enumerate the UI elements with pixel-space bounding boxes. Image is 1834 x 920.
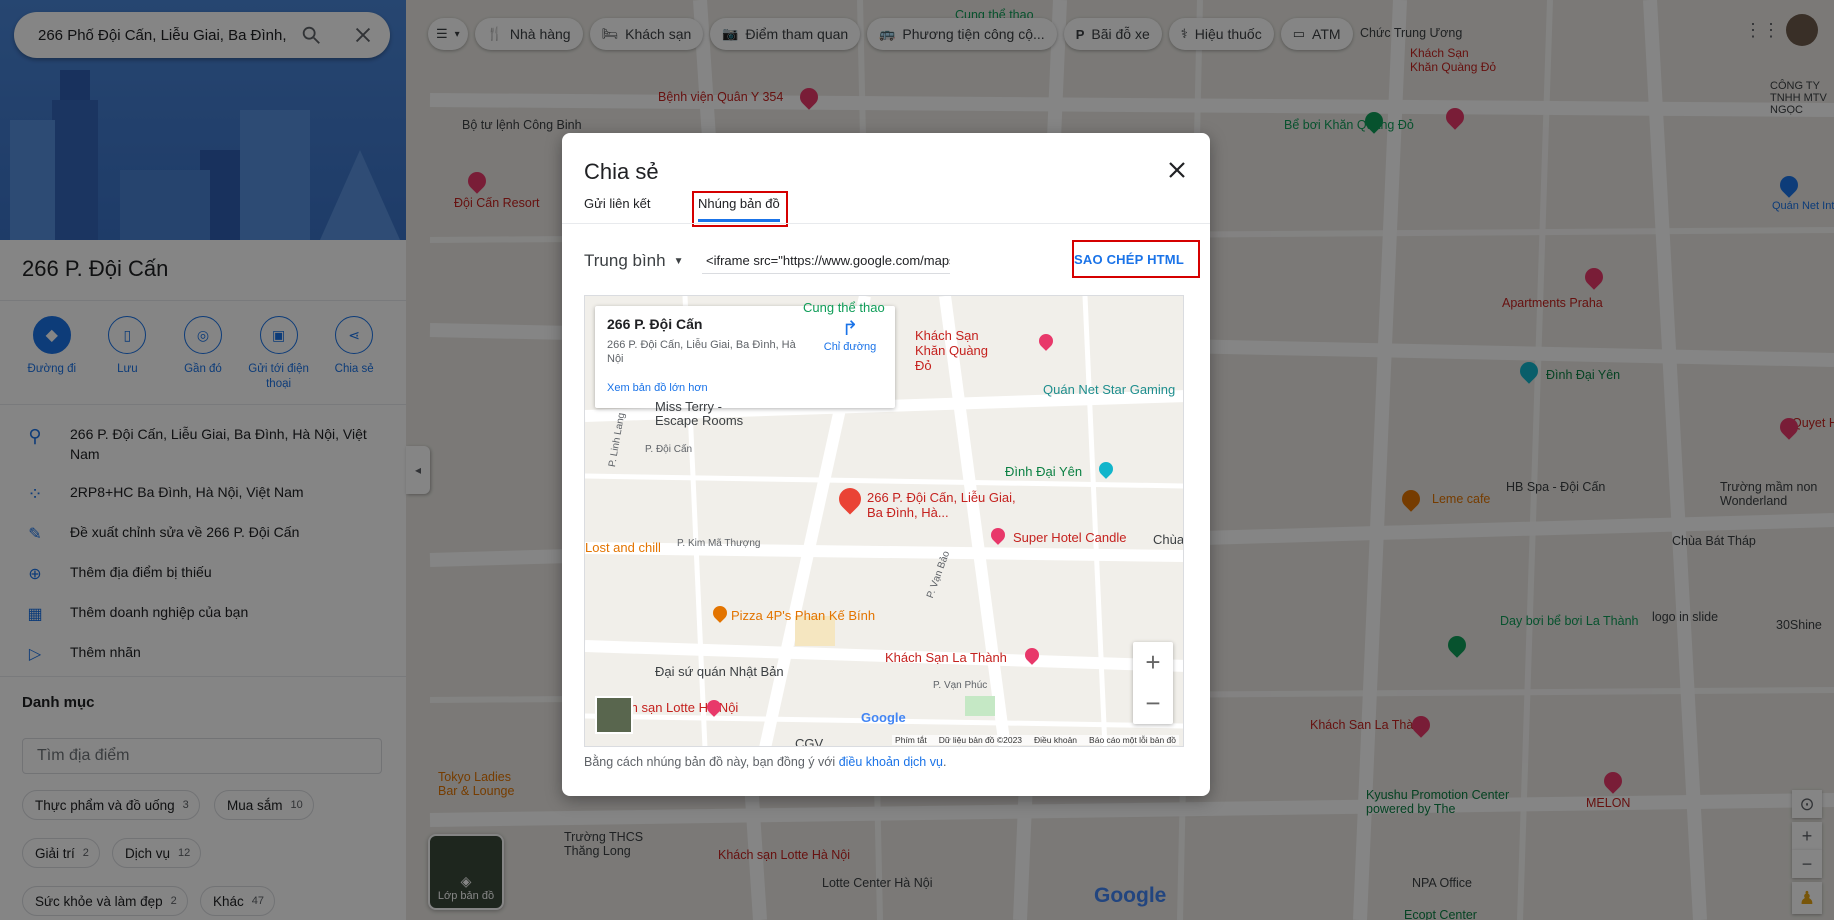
map-label: Pizza 4P's Phan Kế Bính	[731, 608, 876, 623]
caret-down-icon: ▼	[673, 255, 684, 267]
map-label: Quán Net Star Gaming	[1043, 382, 1176, 397]
map-attribution: Phím tắt Dữ liệu bản đồ ©2023 Điều khoản…	[892, 735, 1179, 745]
map-data-text: Dữ liệu bản đồ ©2023	[938, 735, 1023, 745]
embed-code-field[interactable]: <iframe src="https://www.google.com/maps…	[702, 248, 950, 274]
map-label: Super Hotel Candle	[1013, 530, 1127, 545]
close-icon	[1169, 162, 1185, 178]
close-button[interactable]	[1162, 155, 1192, 185]
card-title: 266 P. Đội Cấn	[607, 316, 703, 332]
map-label: P. Đội Cấn	[645, 444, 693, 455]
map-label: Khách Sạn Khăn Quàng Đỏ	[915, 328, 989, 373]
highlight-box	[1072, 240, 1200, 278]
map-label: Đình Đại Yên	[1005, 464, 1083, 479]
directions-arrow-icon: ↱	[841, 318, 859, 340]
directions-link[interactable]: ↱ Chỉ đường	[817, 316, 883, 353]
map-label: CGV	[795, 736, 824, 747]
terms-link[interactable]: Điều khoản	[1034, 735, 1077, 745]
map-label: Khách Sạn La Thành	[885, 650, 1007, 665]
preview-zoom-controls: + −	[1133, 642, 1173, 724]
zoom-out-button[interactable]: −	[1133, 683, 1173, 724]
marker-label: 266 P. Đội Cấn, Liễu Giai, Ba Đình, Hà..…	[867, 490, 1016, 520]
map-label: Đại sứ quán Nhật Bản	[655, 664, 784, 679]
card-address: 266 P. Đội Cấn, Liễu Giai, Ba Đình, Hà N…	[607, 339, 796, 365]
terms-text: Bằng cách nhúng bản đồ này, bạn đồng ý v…	[584, 755, 839, 769]
dialog-title: Chia sẻ	[584, 159, 659, 184]
terms-notice: Bằng cách nhúng bản đồ này, bạn đồng ý v…	[584, 755, 946, 769]
keyboard-shortcuts-link[interactable]: Phím tắt	[895, 735, 927, 745]
map-label: Lost and chill	[585, 540, 661, 555]
map-label: Cung thể thao	[803, 300, 885, 315]
embedded-map-preview[interactable]: 266 P. Đội Cấn 266 P. Đội Cấn, Liễu Giai…	[584, 295, 1184, 747]
terms-text: .	[942, 755, 947, 769]
place-info-card: 266 P. Đội Cấn 266 P. Đội Cấn, Liễu Giai…	[595, 306, 895, 408]
highlight-box	[692, 191, 788, 227]
map-label: P. Kim Mã Thượng	[677, 538, 761, 549]
share-dialog: Chia sẻ Gửi liên kết Nhúng bản đồ Trung …	[562, 133, 1210, 796]
map-label: P. Vạn Phúc	[933, 680, 988, 691]
map-label: Miss Terry - Escape Rooms	[655, 399, 744, 428]
satellite-thumbnail[interactable]	[595, 696, 633, 734]
divider	[562, 223, 1210, 224]
size-select-value: Trung bình	[584, 251, 666, 270]
larger-map-link[interactable]: Xem bản đồ lớn hơn	[607, 382, 708, 394]
tab-send-link[interactable]: Gửi liên kết	[584, 196, 651, 211]
directions-label: Chỉ đường	[823, 341, 877, 353]
map-label: Chùa	[1153, 532, 1184, 547]
zoom-in-button[interactable]: +	[1133, 642, 1173, 683]
size-select[interactable]: Trung bình ▼	[584, 251, 684, 271]
terms-of-service-link[interactable]: điều khoản dịch vụ	[839, 755, 943, 769]
report-error-link[interactable]: Báo cáo một lỗi bản đồ	[1089, 735, 1176, 745]
google-logo: Google	[861, 710, 906, 725]
